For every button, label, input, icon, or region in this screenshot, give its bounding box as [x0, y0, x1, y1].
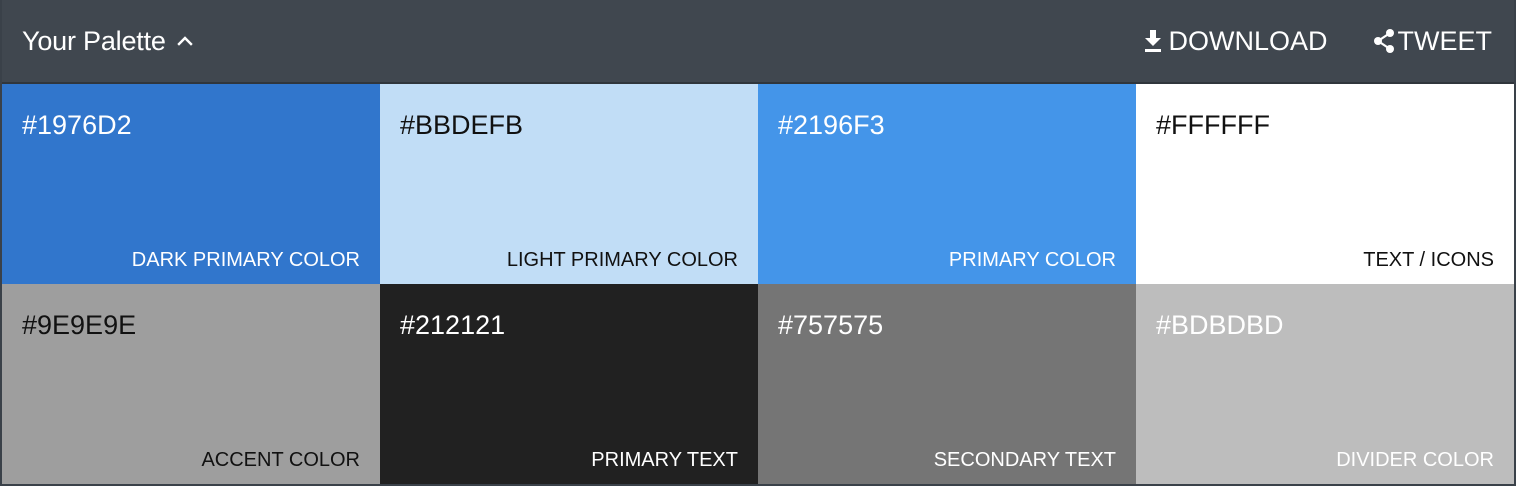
swatch-accent[interactable]: #9E9E9E ACCENT COLOR [2, 284, 380, 484]
swatch-light-primary[interactable]: #BBDEFB LIGHT PRIMARY COLOR [380, 84, 758, 284]
swatch-hex: #1976D2 [22, 110, 132, 140]
swatch-role: PRIMARY TEXT [591, 449, 738, 471]
tweet-button[interactable]: TWEET [1372, 25, 1493, 57]
swatch-hex: #212121 [400, 310, 506, 340]
download-icon [1142, 28, 1164, 54]
swatch-secondary-text[interactable]: #757575 SECONDARY TEXT [758, 284, 1136, 484]
header-actions: DOWNLOAD TWEET [1142, 26, 1492, 57]
swatch-hex: #FFFFFF [1156, 110, 1270, 140]
swatch-hex: #2196F3 [778, 110, 885, 140]
swatch-primary-text[interactable]: #212121 PRIMARY TEXT [380, 284, 758, 484]
palette-panel: Your Palette DOWNLOAD TWEET #1976D2 DARK… [0, 0, 1516, 486]
swatch-role: LIGHT PRIMARY COLOR [506, 249, 738, 271]
swatch-grid: #1976D2 DARK PRIMARY COLOR #BBDEFB LIGHT… [2, 84, 1514, 484]
download-label: DOWNLOAD [1168, 25, 1328, 56]
swatch-hex: #BDBDBD [1156, 310, 1284, 340]
swatch-role: DARK PRIMARY COLOR [131, 249, 360, 271]
swatch-role: SECONDARY TEXT [933, 449, 1116, 471]
swatch-hex: #9E9E9E [22, 310, 137, 340]
swatch-role: TEXT / ICONS [1363, 249, 1494, 271]
download-button[interactable]: DOWNLOAD [1142, 25, 1328, 57]
chevron-up-icon [176, 32, 194, 50]
tweet-label: TWEET [1397, 25, 1493, 56]
swatch-hex: #BBDEFB [400, 110, 524, 140]
swatch-dark-primary[interactable]: #1976D2 DARK PRIMARY COLOR [2, 84, 380, 284]
palette-title: Your Palette [22, 25, 166, 56]
share-icon [1372, 28, 1394, 54]
swatch-hex: #757575 [778, 310, 884, 340]
swatch-primary[interactable]: #2196F3 PRIMARY COLOR [758, 84, 1136, 284]
swatch-divider[interactable]: #BDBDBD DIVIDER COLOR [1136, 284, 1514, 484]
swatch-role: PRIMARY COLOR [948, 249, 1116, 271]
swatch-role: DIVIDER COLOR [1336, 449, 1494, 471]
palette-toggle[interactable]: Your Palette [22, 26, 194, 57]
palette-header: Your Palette DOWNLOAD TWEET [2, 0, 1514, 84]
swatch-role: ACCENT COLOR [201, 449, 360, 471]
swatch-text-icons[interactable]: #FFFFFF TEXT / ICONS [1136, 84, 1514, 284]
